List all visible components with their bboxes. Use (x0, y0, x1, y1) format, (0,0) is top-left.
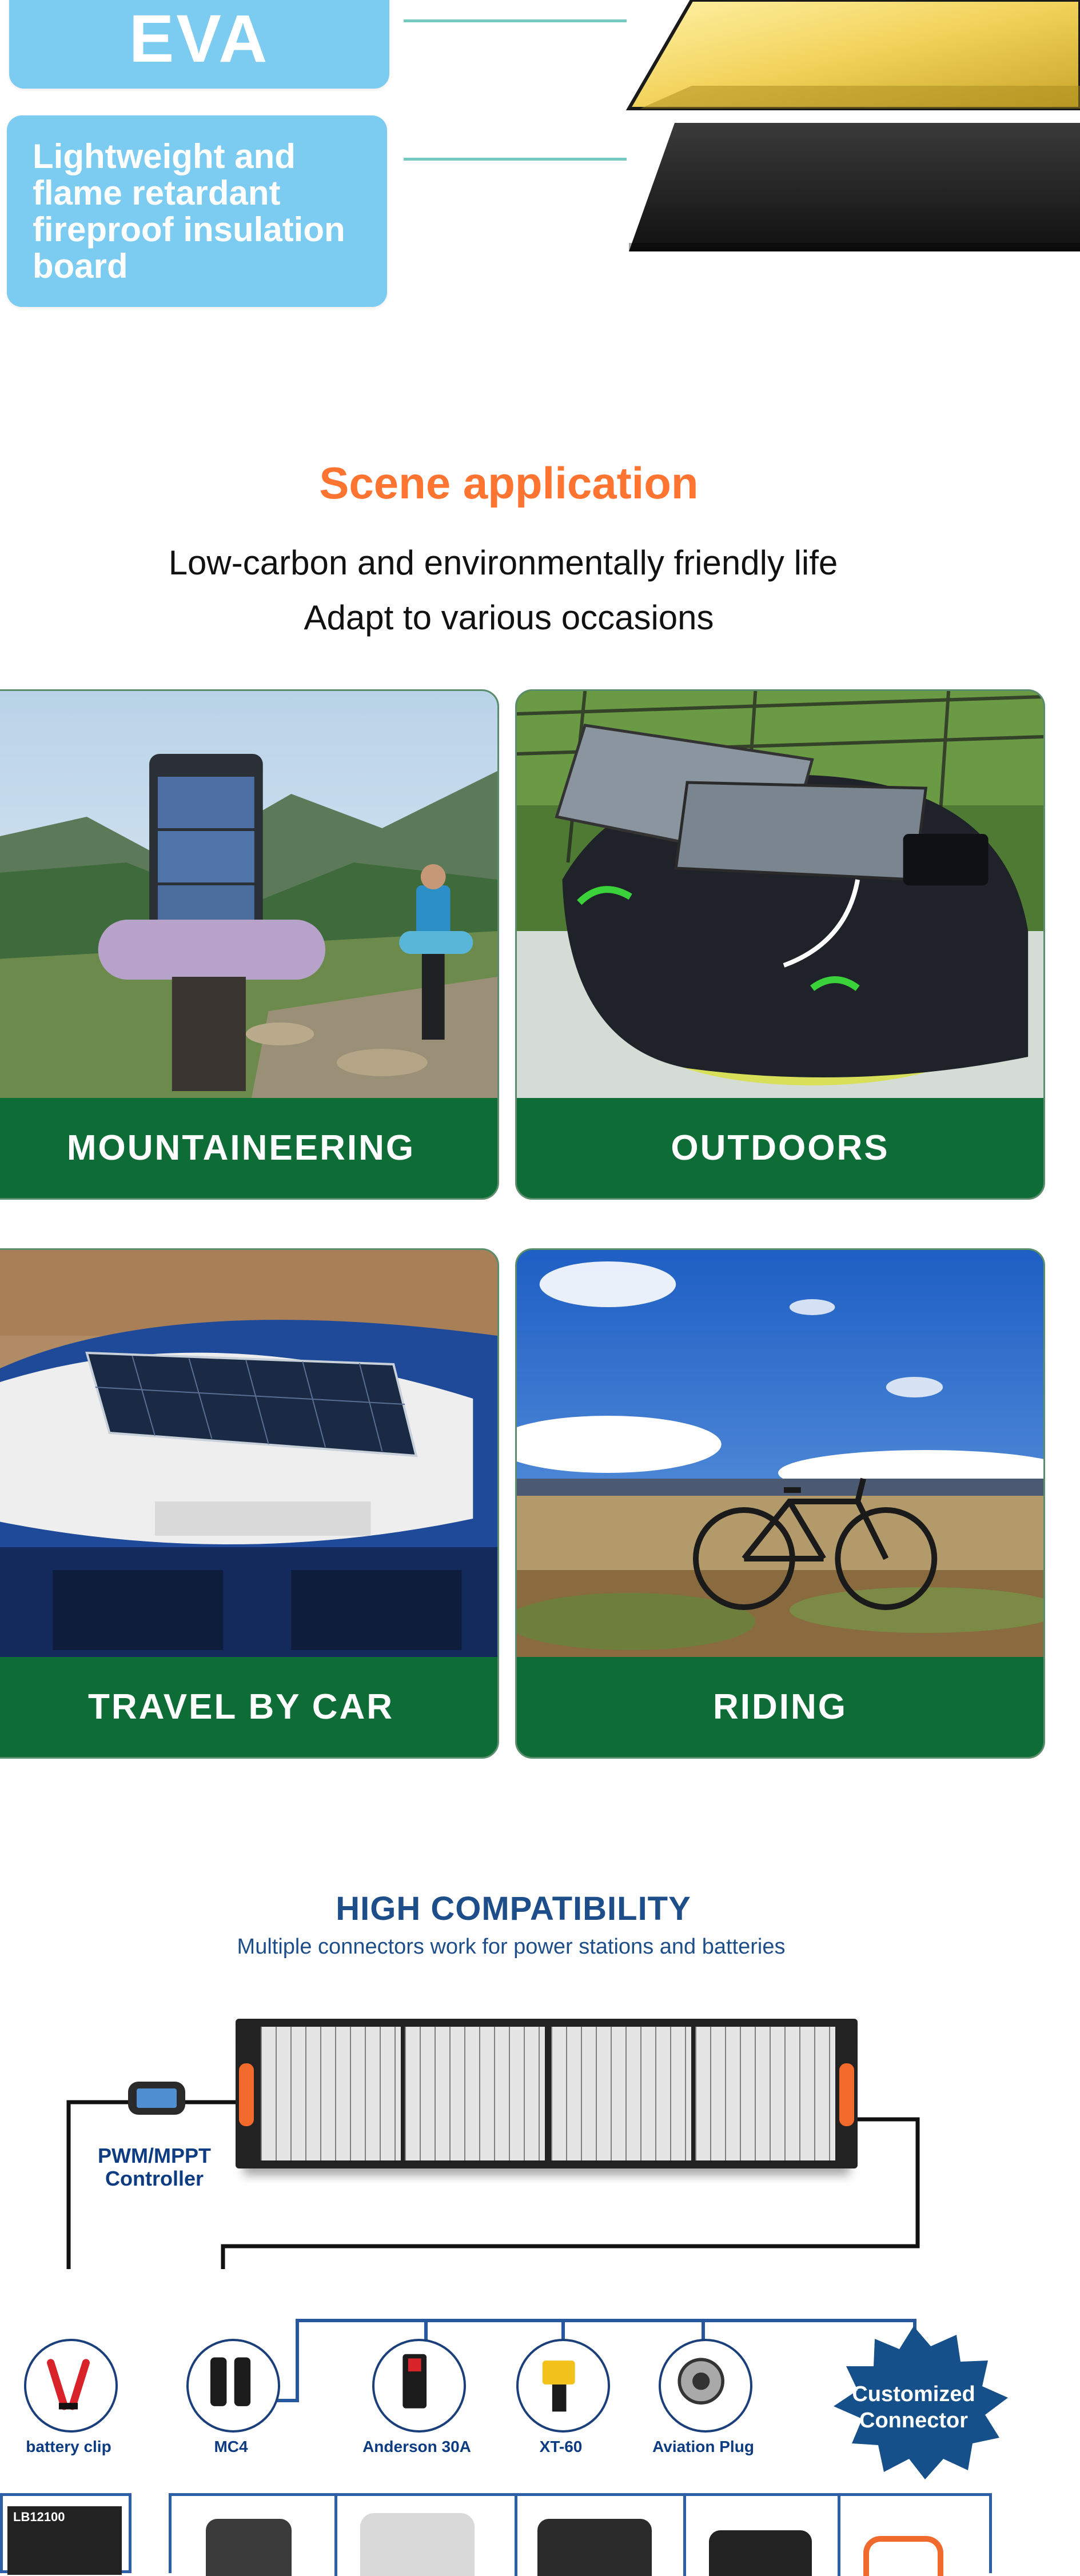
power-station-3 (537, 2519, 652, 2576)
riding-photo (517, 1250, 1043, 1657)
badge-line-1: Customized (852, 2382, 975, 2406)
pwm-mppt-controller (128, 2082, 185, 2115)
card-label-mountaineering: MOUNTAINEERING (66, 1128, 416, 1168)
controller-label-line-1: PWM/MPPT (98, 2144, 211, 2167)
travel-by-car-photo (0, 1250, 497, 1657)
power-station-2 (360, 2513, 475, 2576)
scene-subtitle-1: Low-carbon and environmentally friendly … (168, 544, 838, 582)
card-label-outdoors: OUTDOORS (671, 1128, 890, 1168)
power-station-5 (863, 2536, 943, 2576)
controller-label: PWM/MPPT Controller (86, 2144, 223, 2190)
battery-model-text: LB12100 (13, 2510, 65, 2524)
foldable-solar-panel (236, 2019, 858, 2168)
scene-card-outdoors: OUTDOORS (515, 689, 1045, 1200)
aviation-plug-icon (659, 2339, 752, 2433)
battery-product-box: LB12100 (0, 2493, 131, 2575)
board-leader-line (404, 158, 627, 161)
label-battery-clip: battery clip (26, 2438, 111, 2455)
insulation-board-label: Lightweight and flame retardant fireproo… (7, 115, 387, 307)
compatibility-subtitle: Multiple connectors work for power stati… (237, 1935, 786, 1959)
outdoors-photo (517, 691, 1043, 1098)
divider-2 (515, 2496, 517, 2576)
divider-4 (838, 2496, 840, 2576)
battery-image: LB12100 (7, 2506, 122, 2575)
layer-stack-illustration (625, 0, 1080, 251)
card-label-travel-by-car: TRAVEL BY CAR (87, 1687, 394, 1727)
eva-leader-line (404, 19, 627, 22)
divider-1 (334, 2496, 337, 2576)
panel-handle-right (839, 2063, 854, 2126)
power-station-1 (206, 2519, 292, 2576)
mc4-icon (186, 2339, 280, 2433)
mountaineering-photo (0, 691, 497, 1098)
panel-cell-3 (551, 2027, 691, 2160)
label-xt60: XT-60 (539, 2438, 583, 2455)
divider-3 (683, 2496, 686, 2576)
eva-text: EVA (129, 1, 270, 77)
controller-label-line-2: Controller (105, 2167, 204, 2190)
label-anderson-30a: Anderson 30A (362, 2438, 471, 2455)
card-label-riding: RIDING (713, 1687, 847, 1727)
label-mc4: MC4 (214, 2438, 248, 2455)
scene-application-title: Scene application (319, 458, 699, 508)
panel-cell-1 (261, 2027, 401, 2160)
anderson-30a-icon (372, 2339, 466, 2433)
label-aviation-plug: Aviation Plug (652, 2438, 754, 2455)
power-station-4 (709, 2530, 812, 2576)
board-line-4: board (33, 247, 128, 285)
xt60-icon (516, 2339, 610, 2433)
board-line-2: flame retardant (33, 174, 281, 212)
panel-cell-2 (405, 2027, 545, 2160)
compatibility-title: HIGH COMPATIBILITY (336, 1890, 691, 1927)
board-line-1: Lightweight and (33, 137, 296, 175)
board-line-3: fireproof insulation (33, 210, 345, 249)
panel-cell-4 (695, 2027, 835, 2160)
customized-connector-text: Customized Connector (811, 2381, 1017, 2434)
eva-layer-label: EVA (9, 0, 389, 89)
scene-card-travel-by-car: TRAVEL BY CAR (0, 1248, 499, 1759)
power-station-row (169, 2493, 992, 2576)
controller-screen (137, 2088, 177, 2108)
scene-card-riding: RIDING (515, 1248, 1045, 1759)
battery-clip-icon (24, 2339, 118, 2433)
scene-subtitle-2: Adapt to various occasions (304, 598, 714, 637)
badge-line-2: Connector (859, 2409, 968, 2433)
scene-card-mountaineering: MOUNTAINEERING (0, 689, 499, 1200)
panel-handle-left (239, 2063, 254, 2126)
board-layer-shape (629, 123, 1080, 251)
